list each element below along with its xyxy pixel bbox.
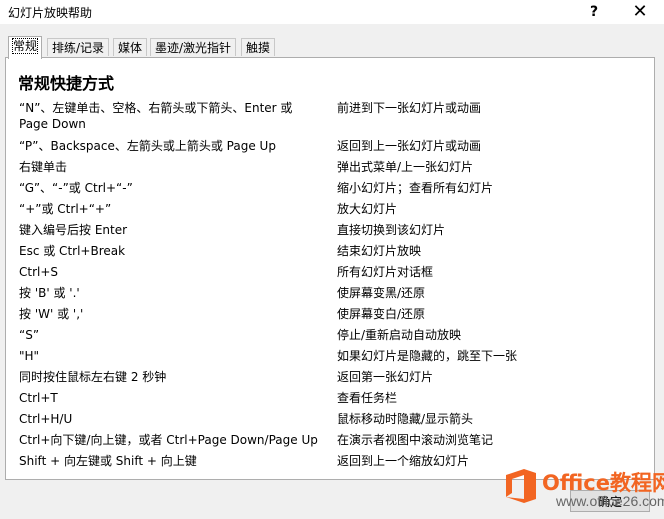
tab-touch-label: 触摸 [246, 41, 271, 55]
shortcut-action: 前进到下一张幻灯片或动画 [337, 101, 482, 115]
tab-media[interactable]: 媒体 [113, 38, 148, 56]
section-heading: 常规快捷方式 [18, 74, 115, 93]
shortcut-action: 查看任务栏 [337, 391, 398, 405]
tab-ink-laser-label: 墨迹/激光指针 [155, 41, 232, 55]
shortcut-key: “P”、Backspace、左箭头或上箭头或 Page Up [19, 139, 276, 153]
shortcut-key: “N”、左键单击、空格、右箭头或下箭头、Enter 或 Page Down [19, 101, 293, 131]
tab-panel-general: 常规快捷方式 “N”、左键单击、空格、右箭头或下箭头、Enter 或 Page … [5, 57, 655, 480]
shortcut-key: “+”或 Ctrl+“+” [19, 202, 112, 216]
title-bar: 幻灯片放映帮助 ? ✕ [0, 0, 664, 24]
shortcut-key: 同时按住鼠标左右键 2 秒钟 [19, 370, 167, 384]
tab-rehearse-record-label: 排练/记录 [52, 41, 105, 55]
tab-ink-laser[interactable]: 墨迹/激光指针 [150, 38, 237, 56]
shortcut-action: 在演示者视图中滚动浏览笔记 [337, 433, 494, 447]
shortcut-key: 按 'W' 或 ',' [19, 307, 84, 321]
shortcut-key: Shift + 向左键或 Shift + 向上键 [19, 454, 197, 468]
shortcut-action: 直接切换到该幻灯片 [337, 223, 446, 237]
shortcut-key: Ctrl+向下键/向上键，或者 Ctrl+Page Down/Page Up [19, 433, 318, 447]
tab-general-label: 常规 [11, 38, 39, 54]
shortcut-key: Ctrl+S [19, 265, 59, 279]
shortcut-key: Ctrl+H/U [19, 412, 73, 426]
shortcut-key: Esc 或 Ctrl+Break [19, 244, 126, 258]
shortcut-key: “G”、“-”或 Ctrl+“-” [19, 181, 133, 195]
shortcut-key: Ctrl+T [19, 391, 58, 405]
shortcut-action: 所有幻灯片对话框 [337, 265, 434, 279]
office-logo-icon [506, 469, 536, 503]
shortcut-action: 停止/重新启动自动放映 [337, 328, 462, 342]
shortcut-action: 弹出式菜单/上一张幻灯片 [337, 160, 474, 174]
tab-rehearse-record[interactable]: 排练/记录 [47, 38, 110, 56]
shortcut-key: 按 'B' 或 '.' [19, 286, 80, 300]
shortcut-action: 放大幻灯片 [337, 202, 398, 216]
shortcut-action: 鼠标移动时隐藏/显示箭头 [337, 412, 474, 426]
watermark: Office教程网 www.office26.com [500, 463, 664, 519]
shortcut-action: 缩小幻灯片；查看所有幻灯片 [337, 181, 494, 195]
tab-media-label: 媒体 [118, 41, 143, 55]
shortcut-action: 使屏幕变黑/还原 [337, 286, 426, 300]
shortcut-key: 键入编号后按 Enter [19, 223, 128, 237]
watermark-site: www.office26.com [556, 493, 664, 509]
tab-general[interactable]: 常规 [8, 36, 43, 59]
help-button[interactable]: ? [574, 0, 614, 24]
shortcut-action: 返回第一张幻灯片 [337, 370, 434, 384]
window-title: 幻灯片放映帮助 [8, 6, 93, 20]
shortcut-action: 如果幻灯片是隐藏的，跳至下一张 [337, 349, 518, 363]
shortcut-action: 结束幻灯片放映 [337, 244, 422, 258]
shortcut-key: 右键单击 [19, 160, 68, 174]
tab-touch[interactable]: 触摸 [241, 38, 276, 56]
shortcut-key: “S” [19, 328, 40, 342]
shortcut-action: 使屏幕变白/还原 [337, 307, 426, 321]
shortcut-key: "H" [19, 349, 40, 363]
tab-strip: 常规 排练/记录 媒体 墨迹/激光指针 触摸 [5, 36, 655, 59]
shortcut-action: 返回到上一张幻灯片或动画 [337, 139, 482, 153]
close-button[interactable]: ✕ [620, 0, 660, 24]
